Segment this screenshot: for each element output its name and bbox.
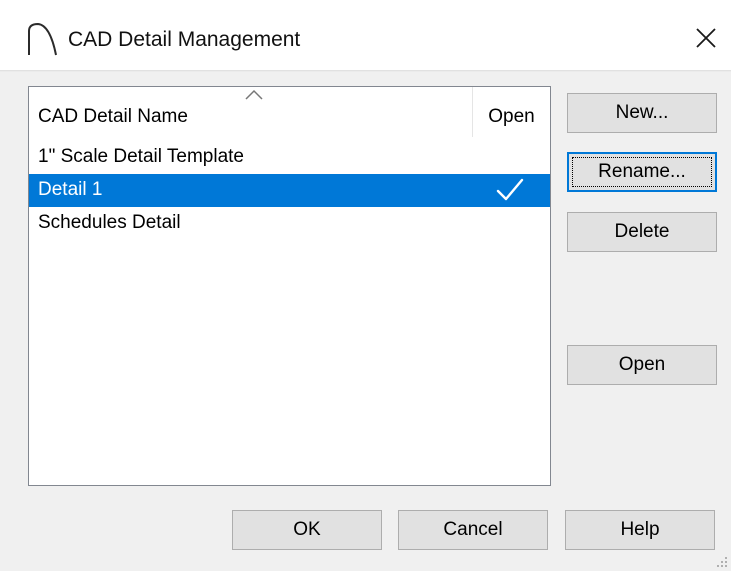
close-button[interactable]	[684, 16, 728, 60]
close-icon	[696, 28, 716, 48]
arc-icon	[28, 22, 57, 56]
column-header-cad-detail-name[interactable]: CAD Detail Name	[29, 87, 473, 137]
list-item-name: Schedules Detail	[38, 212, 181, 233]
column-header-label: Open	[488, 106, 535, 127]
delete-button[interactable]: Delete	[567, 212, 717, 252]
checkmark-icon	[496, 178, 524, 201]
ok-button-label: OK	[293, 519, 321, 540]
title-bar-divider	[0, 70, 731, 72]
title-bar: CAD Detail Management	[0, 0, 731, 70]
list-item-name: 1" Scale Detail Template	[38, 146, 245, 167]
column-header-open[interactable]: Open	[473, 87, 550, 137]
list-item[interactable]: Schedules Detail	[29, 207, 550, 240]
column-header-label: CAD Detail Name	[38, 106, 188, 127]
help-button-label: Help	[620, 519, 660, 540]
list-item-name: Detail 1	[38, 179, 103, 200]
list-item-selected[interactable]: Detail 1	[29, 174, 550, 207]
help-button[interactable]: Help	[565, 510, 715, 550]
cad-detail-list[interactable]: CAD Detail Name Open 1" Scale Detail Tem…	[28, 86, 551, 486]
new-button[interactable]: New...	[567, 93, 717, 133]
rename-button[interactable]: Rename...	[567, 152, 717, 192]
list-rows: 1" Scale Detail Template Detail 1 Schedu…	[29, 141, 550, 240]
cancel-button[interactable]: Cancel	[398, 510, 548, 550]
delete-button-label: Delete	[614, 221, 670, 242]
open-button[interactable]: Open	[567, 345, 717, 385]
resize-grip-icon[interactable]	[716, 556, 728, 568]
cad-detail-management-dialog: CAD Detail Management CAD Detail Name Op…	[0, 0, 731, 571]
sort-ascending-icon	[245, 89, 263, 100]
list-header: CAD Detail Name Open	[29, 87, 550, 137]
cancel-button-label: Cancel	[443, 519, 503, 540]
ok-button[interactable]: OK	[232, 510, 382, 550]
new-button-label: New...	[615, 102, 669, 123]
rename-button-label: Rename...	[598, 161, 686, 182]
list-item[interactable]: 1" Scale Detail Template	[29, 141, 550, 174]
window-title: CAD Detail Management	[68, 28, 301, 51]
open-button-label: Open	[618, 354, 666, 375]
